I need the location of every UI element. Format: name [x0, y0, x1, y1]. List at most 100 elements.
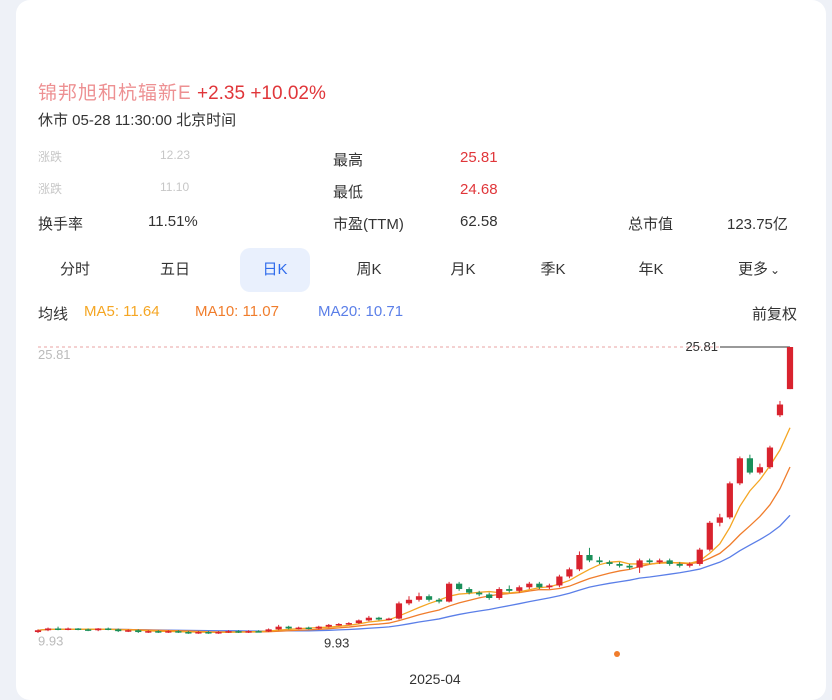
candle-body — [255, 631, 262, 633]
candle-body — [656, 560, 663, 563]
candle-body — [385, 618, 393, 621]
candle-body — [676, 563, 683, 566]
ma5-value: MA5: 11.64 — [84, 303, 160, 320]
candle-body — [506, 589, 513, 591]
tab-quarterly-k[interactable]: 季K — [516, 248, 590, 292]
candle-body — [425, 596, 433, 600]
stock-header: 锦邦旭和杭辐新E +2.35 +10.02% — [38, 78, 326, 105]
candle-body — [155, 631, 162, 633]
candle-body — [195, 632, 202, 634]
ma20-value: MA20: 10.71 — [318, 303, 404, 320]
low-value: 24.68 — [460, 181, 498, 198]
market-cap-value: 123.75亿 — [727, 216, 788, 233]
stat-value-blurred-1: 12.23 — [160, 148, 191, 162]
candle-body — [54, 628, 62, 630]
candle-body — [746, 458, 754, 473]
low-price-label: 9.93 — [324, 636, 349, 651]
tab-weekly-k[interactable]: 周K — [332, 248, 406, 292]
candle-body — [636, 560, 643, 568]
left-top-price-label: 25.81 — [38, 347, 71, 362]
candle-body — [526, 583, 533, 588]
high-price-label: 25.81 — [685, 339, 718, 354]
candle-body — [355, 620, 362, 624]
candle-body — [205, 632, 212, 634]
candle-body — [486, 594, 493, 599]
candle-body — [165, 631, 172, 633]
tab-more-label: 更多 — [737, 261, 768, 278]
candle-body — [265, 629, 272, 632]
candle-body — [546, 585, 553, 588]
stat-label-blurred-1: 涨跌 — [38, 150, 63, 164]
candle-body — [85, 629, 92, 631]
candle-body — [786, 347, 794, 390]
candle-body — [626, 565, 633, 568]
tab-five-day[interactable]: 五日 — [138, 248, 212, 292]
pe-label: 市盈(TTM) — [333, 216, 404, 233]
tab-monthly-k[interactable]: 月K — [426, 248, 500, 292]
tab-intraday[interactable]: 分时 — [38, 248, 112, 292]
candle-body — [756, 467, 764, 473]
adjust-mode-button[interactable]: 前复权 — [752, 303, 797, 324]
candle-body — [435, 599, 443, 602]
candle-body — [235, 631, 242, 633]
market-cap-label: 总市值 — [628, 216, 674, 233]
ma10-line — [37, 466, 791, 633]
candle-body — [185, 632, 192, 634]
candle-body — [706, 522, 713, 550]
candle-body — [556, 576, 563, 586]
candle-body — [395, 603, 403, 619]
candle-body — [64, 628, 72, 630]
candle-body — [315, 626, 322, 629]
candle-body — [115, 629, 122, 632]
candle-body — [516, 587, 523, 591]
left-bottom-price-label: 9.93 — [38, 634, 63, 649]
high-value: 25.81 — [460, 149, 498, 166]
candle-body — [135, 630, 142, 633]
kline-chart: 25.81 25.81 9.93 9.93 2025-04 — [34, 339, 794, 686]
price-change: +2.35 — [196, 83, 246, 104]
candle-body — [145, 631, 152, 633]
candle-body — [716, 517, 723, 523]
candle-body — [375, 617, 383, 620]
candle-body — [44, 628, 52, 631]
candle-body — [225, 631, 232, 633]
candle-body — [776, 404, 784, 416]
candle-body — [175, 631, 182, 633]
candle-body — [566, 569, 573, 577]
ma5-line — [37, 427, 791, 634]
tab-yearly-k[interactable]: 年K — [614, 248, 688, 292]
candle-body — [295, 627, 302, 630]
candle-body — [726, 483, 733, 518]
candle-body — [245, 631, 252, 633]
ma-label: 均线 — [38, 306, 69, 323]
period-tabs: 分时 五日 日K 周K 月K 季K 年K 更多 ⌄ — [38, 248, 808, 292]
candle-body — [696, 549, 703, 564]
candle-body — [345, 623, 352, 625]
candle-body — [405, 599, 413, 604]
candle-body — [125, 630, 132, 632]
candle-body — [74, 628, 82, 630]
candle-body — [736, 458, 743, 484]
ma20-line — [37, 514, 791, 632]
x-tick-label: 2025-04 — [409, 671, 461, 686]
candle-body — [576, 555, 583, 570]
candle-body — [415, 596, 423, 600]
tab-daily-k[interactable]: 日K — [240, 248, 310, 292]
candle-body — [606, 562, 613, 564]
candle-body — [686, 563, 693, 566]
market-status: 休市 05-28 11:30:00 北京时间 — [38, 112, 237, 129]
candle-body — [305, 627, 312, 630]
tab-more[interactable]: 更多 ⌄ — [724, 248, 794, 292]
candle-body — [476, 592, 483, 595]
candle-body — [616, 563, 623, 566]
candle-body — [646, 560, 653, 563]
price-change-pct: +10.02% — [250, 83, 326, 104]
high-label: 最高 — [333, 152, 364, 169]
turnover-value: 11.51% — [148, 213, 198, 230]
turnover-label: 换手率 — [38, 216, 84, 233]
candle-body — [445, 583, 453, 602]
candle-body — [766, 447, 774, 468]
candle-body — [586, 555, 593, 561]
ma10-value: MA10: 11.07 — [195, 303, 279, 320]
candle-body — [325, 624, 332, 627]
